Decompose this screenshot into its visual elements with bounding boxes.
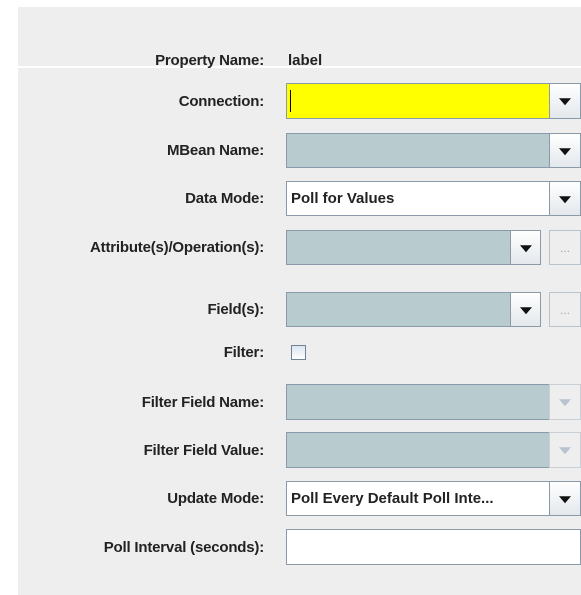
property-name-label: Property Name: [155, 52, 264, 69]
filter-label: Filter: [223, 344, 264, 361]
poll-interval-label: Poll Interval (seconds): [103, 539, 264, 556]
ellipsis-icon: ... [559, 302, 570, 317]
connection-dropdown-button[interactable] [549, 83, 581, 119]
ellipsis-icon: ... [559, 240, 570, 255]
data-mode-combo[interactable]: Poll for Values [286, 181, 550, 216]
filter-field-name-combo[interactable] [286, 384, 550, 420]
data-mode-label: Data Mode: [185, 190, 264, 207]
chevron-down-icon [519, 244, 532, 252]
fields-dropdown-button[interactable] [510, 292, 541, 327]
attributes-operations-browse-button[interactable]: ... [549, 230, 581, 265]
fields-label: Field(s): [207, 301, 264, 318]
connection-label: Connection: [178, 93, 264, 110]
mbean-name-combo[interactable] [286, 133, 550, 168]
update-mode-dropdown-button[interactable] [549, 481, 581, 516]
update-mode-label: Update Mode: [167, 490, 264, 507]
fields-combo[interactable] [286, 292, 512, 327]
chevron-down-icon [519, 306, 532, 314]
chevron-down-icon [559, 495, 571, 503]
mbean-name-label: MBean Name: [167, 142, 264, 159]
filter-checkbox[interactable] [291, 345, 306, 360]
filter-field-name-label: Filter Field Name: [141, 394, 264, 411]
chevron-down-icon [559, 98, 571, 106]
data-mode-value: Poll for Values [291, 190, 395, 207]
attributes-operations-combo[interactable] [286, 230, 512, 265]
connection-combo[interactable] [286, 83, 550, 119]
poll-interval-field[interactable] [286, 529, 581, 565]
chevron-down-icon [559, 399, 571, 407]
attributes-operations-label: Attribute(s)/Operation(s): [90, 239, 264, 256]
text-caret [290, 90, 291, 112]
update-mode-combo[interactable]: Poll Every Default Poll Inte... [286, 481, 550, 516]
data-mode-dropdown-button[interactable] [549, 181, 581, 216]
filter-field-value-label: Filter Field Value: [143, 442, 265, 459]
fields-browse-button[interactable]: ... [549, 292, 581, 327]
chevron-down-icon [559, 147, 571, 155]
chevron-down-icon [559, 447, 571, 455]
property-name-value: label [288, 52, 323, 69]
filter-field-name-dropdown-button[interactable] [549, 384, 581, 420]
filter-field-value-combo[interactable] [286, 432, 550, 468]
chevron-down-icon [559, 195, 571, 203]
filter-field-value-dropdown-button[interactable] [549, 432, 581, 468]
attributes-operations-dropdown-button[interactable] [510, 230, 541, 265]
update-mode-value: Poll Every Default Poll Inte... [291, 490, 494, 507]
mbean-name-dropdown-button[interactable] [549, 133, 581, 168]
